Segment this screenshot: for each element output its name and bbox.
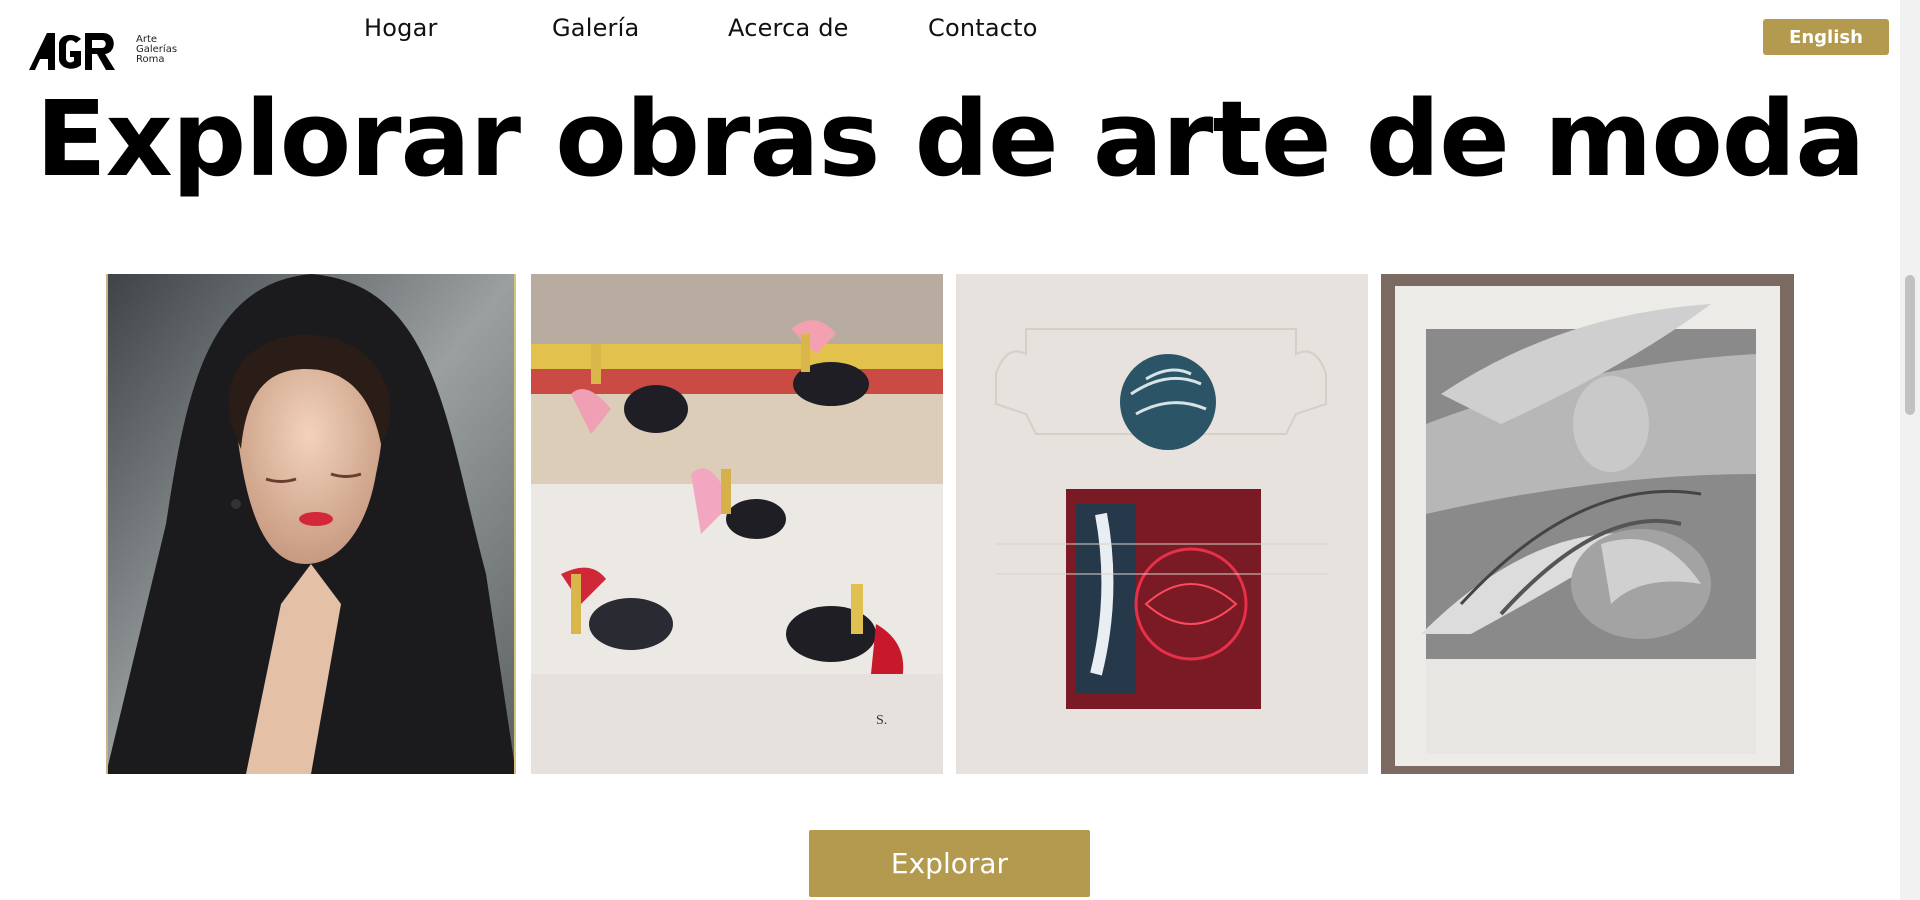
site-logo[interactable]: Arte Galerías Roma bbox=[29, 33, 189, 73]
artwork-image-abstract-print bbox=[956, 274, 1368, 774]
language-button[interactable]: English bbox=[1763, 19, 1889, 55]
page-title: Explorar obras de arte de moda bbox=[35, 78, 1866, 200]
artwork-card-2[interactable]: S. bbox=[531, 274, 943, 774]
artwork-card-4[interactable] bbox=[1381, 274, 1794, 774]
nav-item-acerca-de[interactable]: Acerca de bbox=[728, 14, 849, 42]
nav-item-contacto[interactable]: Contacto bbox=[928, 14, 1038, 42]
logo-text: Arte Galerías Roma bbox=[136, 35, 177, 65]
artwork-image-pencil-drawing bbox=[1381, 274, 1794, 774]
artwork-gallery: S. bbox=[106, 274, 1796, 774]
nav-item-hogar[interactable]: Hogar bbox=[364, 14, 438, 42]
artwork-image-mantilla bbox=[106, 274, 516, 774]
artwork-image-bullfight: S. bbox=[531, 274, 943, 774]
page-scrollbar[interactable] bbox=[1900, 0, 1920, 900]
explore-button[interactable]: Explorar bbox=[809, 830, 1090, 897]
logo-mark bbox=[29, 33, 115, 70]
svg-text:S.: S. bbox=[876, 713, 887, 728]
nav-item-galeria[interactable]: Galería bbox=[552, 14, 639, 42]
site-header: Arte Galerías Roma Hogar Galería Acerca … bbox=[0, 0, 1900, 80]
logo-line-3: Roma bbox=[136, 54, 165, 65]
artwork-card-1[interactable] bbox=[106, 274, 516, 774]
artwork-card-3[interactable] bbox=[956, 274, 1368, 774]
scrollbar-thumb[interactable] bbox=[1905, 275, 1915, 415]
